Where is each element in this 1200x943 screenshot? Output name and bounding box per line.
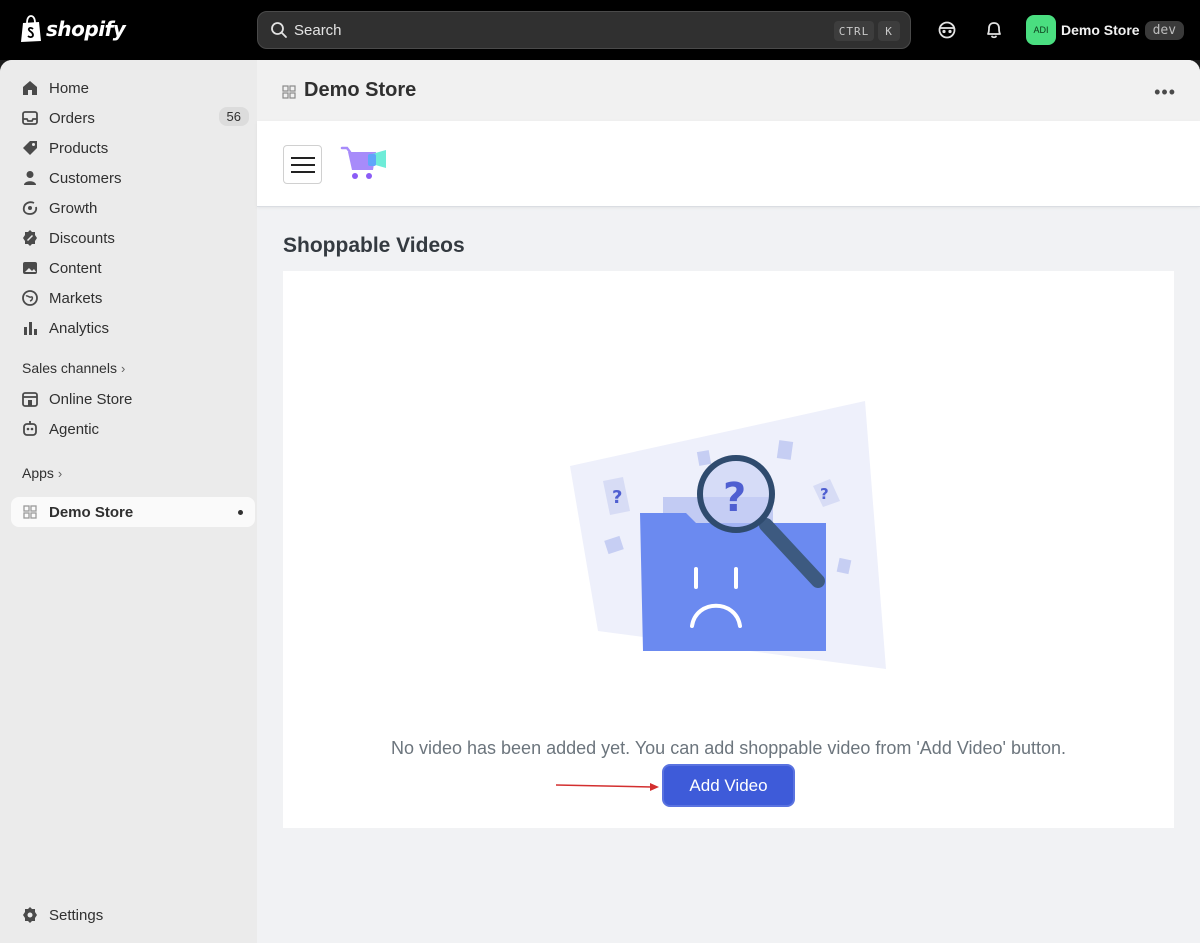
app-grid-icon: [282, 85, 296, 99]
tag-icon: [23, 141, 37, 155]
env-badge: dev: [1144, 20, 1185, 40]
search-placeholder: Search: [294, 21, 342, 39]
discount-icon: [23, 230, 37, 246]
store-name: Demo Store: [1061, 22, 1140, 38]
section-title: Shoppable Videos: [283, 234, 465, 257]
sidebar-item-label: Orders: [49, 109, 95, 127]
active-dot: [238, 510, 243, 515]
menu-icon-bar: [290, 156, 315, 159]
globe-icon: [22, 290, 38, 306]
sidebar-item-analytics[interactable]: Analytics: [11, 313, 255, 343]
gear-icon: [23, 907, 37, 923]
empty-folder-illustration: ? ? ?: [570, 401, 886, 669]
sidebar-item-label: Online Store: [49, 390, 133, 408]
top-bar: shopify Search CTRL K ADI Demo Store dev: [0, 0, 1200, 60]
add-video-button[interactable]: Add Video: [662, 764, 795, 807]
sidebar-item-products[interactable]: Products: [11, 133, 255, 163]
shortcut-k-key: K: [878, 21, 900, 41]
admin-frame: Home Orders 56 Products Customers Growth…: [0, 60, 1200, 943]
sidebar-item-orders[interactable]: Orders 56: [11, 103, 255, 133]
shortcut-ctrl-key: CTRL: [834, 21, 874, 41]
sidebar-item-demo-store[interactable]: Demo Store: [11, 497, 255, 527]
sidebar-item-label: Analytics: [49, 319, 110, 337]
menu-icon-bar: [290, 170, 315, 173]
inbox-icon: [22, 111, 38, 125]
sales-channels-label: Sales channels: [22, 360, 117, 376]
home-icon: [23, 81, 37, 95]
person-icon: [24, 171, 36, 185]
menu-button[interactable]: [283, 145, 322, 184]
sidebar-item-label: Agentic: [49, 420, 100, 438]
empty-state-card: ? ? ? No video has been added yet. You c…: [283, 271, 1174, 828]
sidekick-icon[interactable]: [935, 18, 959, 42]
sales-channels-header[interactable]: Sales channels ›: [22, 360, 125, 376]
svg-text:?: ?: [612, 487, 622, 508]
app-header: [257, 121, 1200, 207]
shopify-wordmark: shopify: [46, 17, 126, 41]
bell-icon[interactable]: [982, 18, 1006, 42]
avatar: ADI: [1026, 15, 1056, 45]
cart-video-logo: [340, 146, 386, 179]
sidebar-item-label: Settings: [49, 906, 104, 924]
sidebar-item-home[interactable]: Home: [11, 73, 255, 103]
search-icon: [271, 22, 287, 38]
sidebar-item-label: Products: [49, 139, 109, 157]
shopify-bag-icon: [21, 15, 41, 42]
agentic-icon: [23, 421, 37, 436]
app-grid-icon: [23, 505, 37, 519]
sidebar-item-customers[interactable]: Customers: [11, 163, 255, 193]
store-switcher[interactable]: ADI Demo Store dev: [1026, 15, 1185, 45]
apps-label: Apps: [22, 465, 54, 481]
sidebar-item-growth[interactable]: Growth: [11, 193, 255, 223]
store-icon: [22, 392, 38, 407]
svg-text:?: ?: [723, 475, 746, 521]
search-input[interactable]: Search CTRL K: [257, 11, 911, 49]
chevron-right-icon: ›: [57, 465, 63, 481]
sidebar-item-markets[interactable]: Markets: [11, 283, 255, 313]
sidebar-item-discounts[interactable]: Discounts: [11, 223, 255, 253]
sidebar-item-online-store[interactable]: Online Store: [11, 384, 255, 414]
menu-icon-bar: [290, 163, 315, 166]
page-title: Demo Store: [304, 79, 417, 101]
more-actions-button[interactable]: •••: [1154, 82, 1176, 103]
growth-icon: [22, 201, 38, 215]
image-icon: [23, 262, 37, 274]
sidebar-item-label: Growth: [49, 199, 98, 217]
sidebar: Home Orders 56 Products Customers Growth…: [0, 60, 257, 943]
sidebar-item-label: Markets: [49, 289, 103, 307]
sidebar-item-label: Home: [49, 79, 90, 97]
orders-count-badge: 56: [218, 107, 249, 126]
svg-text:?: ?: [820, 485, 829, 503]
sidebar-item-label: Customers: [49, 169, 122, 187]
sidebar-item-label: Demo Store: [49, 503, 134, 521]
sidebar-item-agentic[interactable]: Agentic: [11, 414, 255, 444]
annotation-arrow-icon: [556, 783, 659, 791]
main-content: Demo Store ••• Shoppable Videos ? ? ? No…: [257, 60, 1200, 943]
chevron-right-icon: ›: [120, 360, 126, 376]
sidebar-item-settings[interactable]: Settings: [11, 900, 255, 930]
sidebar-item-label: Content: [49, 259, 102, 277]
bar-chart-icon: [24, 322, 37, 335]
shopify-logo[interactable]: shopify: [20, 15, 126, 43]
sidebar-item-content[interactable]: Content: [11, 253, 255, 283]
sidebar-item-label: Discounts: [49, 229, 115, 247]
empty-state-message: No video has been added yet. You can add…: [390, 738, 1067, 758]
page-header: Demo Store •••: [257, 60, 1200, 121]
apps-header[interactable]: Apps ›: [22, 465, 62, 481]
